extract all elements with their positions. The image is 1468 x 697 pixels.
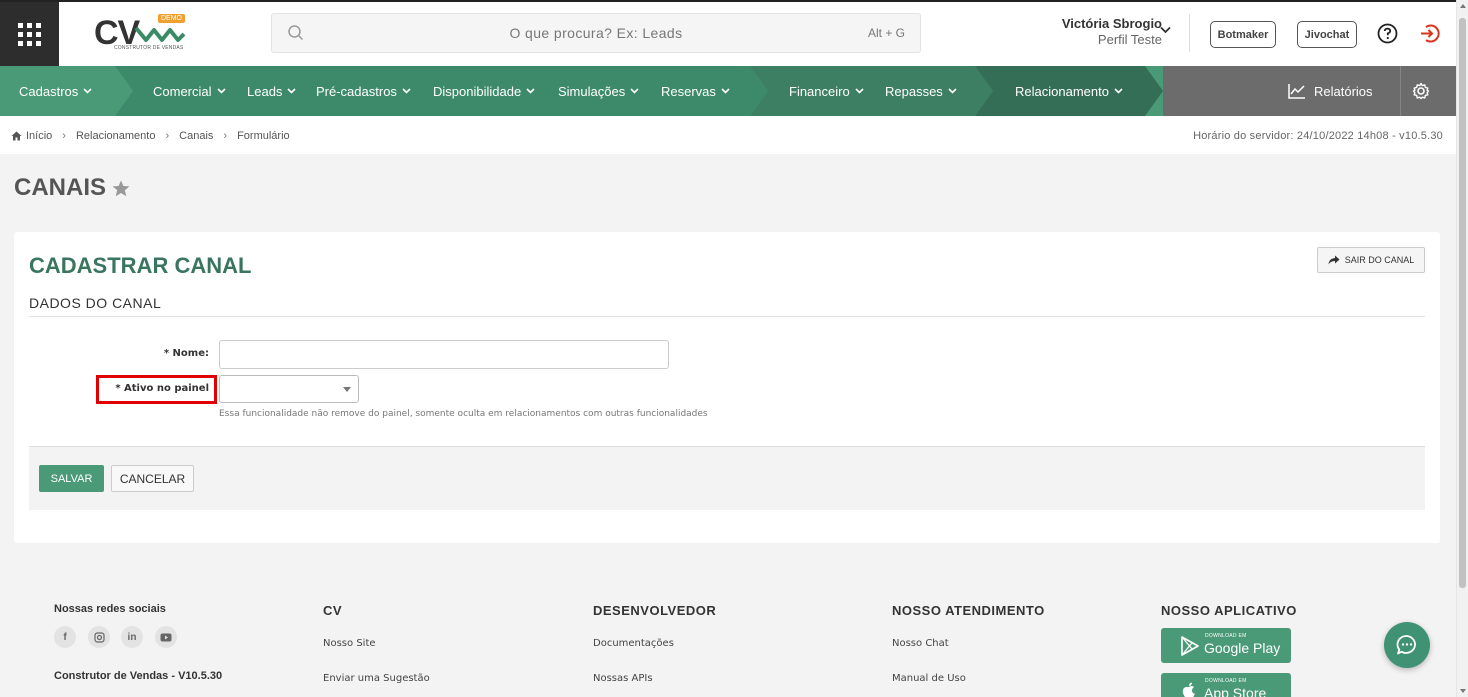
search-shortcut: Alt + G	[867, 26, 905, 40]
app-store-button[interactable]: DOWNLOAD EM App Store	[1161, 673, 1291, 697]
chat-button[interactable]	[1384, 622, 1430, 668]
form-title: CADASTRAR CANAL	[29, 253, 252, 278]
server-time: Horário do servidor: 24/10/2022 14h08 - …	[1193, 130, 1443, 142]
google-play-button[interactable]: DOWNLOAD EM Google Play	[1161, 628, 1291, 663]
linkedin-icon[interactable]: in	[121, 626, 143, 648]
logo[interactable]: CV DEMO CONSTRUTOR DE VENDAS	[94, 12, 189, 56]
exit-channel-button[interactable]: SAIR DO CANAL	[1317, 247, 1425, 273]
jivochat-button[interactable]: Jivochat	[1297, 21, 1357, 48]
grid-icon	[18, 22, 41, 46]
footer-app-title: NOSSO APLICATIVO	[1161, 603, 1297, 618]
logo-subtitle: CONSTRUTOR DE VENDAS	[114, 45, 184, 51]
footer-version: Construtor de Vendas - V10.5.30	[54, 670, 223, 682]
star-icon[interactable]	[112, 180, 130, 197]
footer-link-nosso-site[interactable]: Nosso Site	[323, 638, 376, 649]
divider	[29, 316, 1425, 317]
chevron-down-icon	[630, 88, 639, 94]
chevron-down-icon[interactable]	[1160, 26, 1171, 34]
logo-wave-icon	[134, 26, 186, 42]
nav-relatorios[interactable]: Relatórios	[1288, 66, 1373, 116]
page-title-text: CANAIS	[14, 174, 107, 201]
divider	[1189, 14, 1190, 52]
page-title: CANAIS	[14, 174, 130, 202]
chevron-down-icon	[216, 88, 226, 94]
nav-cadastros[interactable]: Cadastros	[19, 66, 92, 116]
chart-line-icon	[1288, 84, 1305, 99]
search-placeholder: O que procura? Ex: Leads	[509, 25, 683, 41]
google-play-icon	[1181, 636, 1199, 656]
chevron-down-icon	[402, 88, 411, 94]
breadcrumb-bar: Início › Relacionamento › Canais › Formu…	[0, 116, 1456, 154]
save-button[interactable]: SALVAR	[39, 465, 104, 492]
chevron-down-icon	[948, 88, 957, 94]
chevron-down-icon	[83, 88, 92, 94]
breadcrumb-item-relacionamento[interactable]: Relacionamento	[76, 130, 156, 142]
chevron-right-icon: ›	[165, 130, 170, 142]
breadcrumb-item-inicio[interactable]: Início	[26, 130, 52, 142]
breadcrumb-item-formulario: Formulário	[237, 130, 290, 142]
home-icon	[11, 131, 22, 141]
form-actions: SALVAR CANCELAR	[29, 446, 1425, 510]
user-profile: Perfil Teste	[1097, 32, 1162, 47]
chevron-down-icon	[287, 88, 296, 94]
scrollbar[interactable]	[1456, 0, 1468, 697]
nav-comercial[interactable]: Comercial	[153, 66, 226, 116]
demo-badge: DEMO	[158, 14, 185, 23]
footer-link-apis[interactable]: Nossas APIs	[593, 673, 653, 684]
scroll-down-icon[interactable]	[1460, 689, 1466, 693]
logout-icon[interactable]	[1419, 23, 1441, 44]
chevron-down-icon	[526, 88, 535, 94]
cancel-button[interactable]: CANCELAR	[111, 465, 194, 492]
user-menu[interactable]: Victória Sbrogio Perfil Teste	[1062, 16, 1162, 47]
facebook-icon[interactable]: f	[54, 626, 76, 648]
footer-link-documentacoes[interactable]: Documentações	[593, 638, 674, 649]
share-arrow-icon	[1328, 255, 1340, 265]
apple-icon	[1182, 682, 1195, 697]
footer-link-sugestao[interactable]: Enviar uma Sugestão	[323, 673, 430, 684]
footer-support-title: NOSSO ATENDIMENTO	[892, 603, 1045, 618]
nav-relacionamento[interactable]: Relacionamento	[1015, 66, 1123, 116]
ativo-select[interactable]	[219, 375, 359, 403]
breadcrumb-item-canais[interactable]: Canais	[179, 130, 213, 142]
chevron-right-icon: ›	[223, 130, 228, 142]
chevron-right-icon: ›	[62, 130, 66, 142]
chevron-down-icon	[855, 88, 864, 94]
nav-leads[interactable]: Leads	[247, 66, 296, 116]
scroll-up-icon[interactable]	[1460, 4, 1466, 8]
nav-pre-cadastros[interactable]: Pré-cadastros	[316, 66, 411, 116]
scroll-thumb[interactable]	[1459, 18, 1466, 588]
youtube-icon[interactable]	[155, 626, 177, 648]
instagram-icon[interactable]	[88, 626, 110, 648]
help-text: Essa funcionalidade não remove do painel…	[219, 409, 708, 419]
nav-repasses[interactable]: Repasses	[885, 66, 957, 116]
nome-input[interactable]	[219, 340, 669, 369]
help-icon[interactable]	[1377, 23, 1398, 44]
apps-menu-button[interactable]	[0, 2, 59, 66]
nav-simulacoes[interactable]: Simulações	[558, 66, 639, 116]
user-name: Victória Sbrogio	[1061, 16, 1162, 31]
footer-link-chat[interactable]: Nosso Chat	[892, 638, 949, 649]
divider	[1400, 66, 1401, 116]
chevron-down-icon	[1114, 88, 1123, 94]
footer-dev-title: DESENVOLVEDOR	[593, 603, 717, 618]
nav-financeiro[interactable]: Financeiro	[789, 66, 864, 116]
footer-link-manual[interactable]: Manual de Uso	[892, 673, 966, 684]
gear-icon[interactable]	[1412, 82, 1430, 100]
ativo-label: * Ativo no painel	[115, 383, 209, 394]
nav-reservas[interactable]: Reservas	[661, 66, 730, 116]
search-input[interactable]: O que procura? Ex: Leads Alt + G	[271, 13, 921, 53]
chevron-down-icon	[721, 88, 730, 94]
footer-social-title: Nossas redes sociais	[54, 603, 166, 615]
caret-down-icon	[343, 387, 351, 392]
botmaker-button[interactable]: Botmaker	[1210, 21, 1276, 48]
main-navigation: Cadastros Comercial Leads Pré-cadastros …	[0, 66, 1456, 116]
form-card: CADASTRAR CANAL SAIR DO CANAL DADOS DO C…	[14, 232, 1440, 543]
nav-disponibilidade[interactable]: Disponibilidade	[433, 66, 535, 116]
breadcrumb: Início › Relacionamento › Canais › Formu…	[11, 130, 290, 142]
footer-cv-title: CV	[323, 603, 343, 618]
chat-bubble-icon	[1396, 635, 1416, 655]
nome-label: * Nome:	[163, 348, 209, 359]
section-title: DADOS DO CANAL	[29, 295, 162, 311]
